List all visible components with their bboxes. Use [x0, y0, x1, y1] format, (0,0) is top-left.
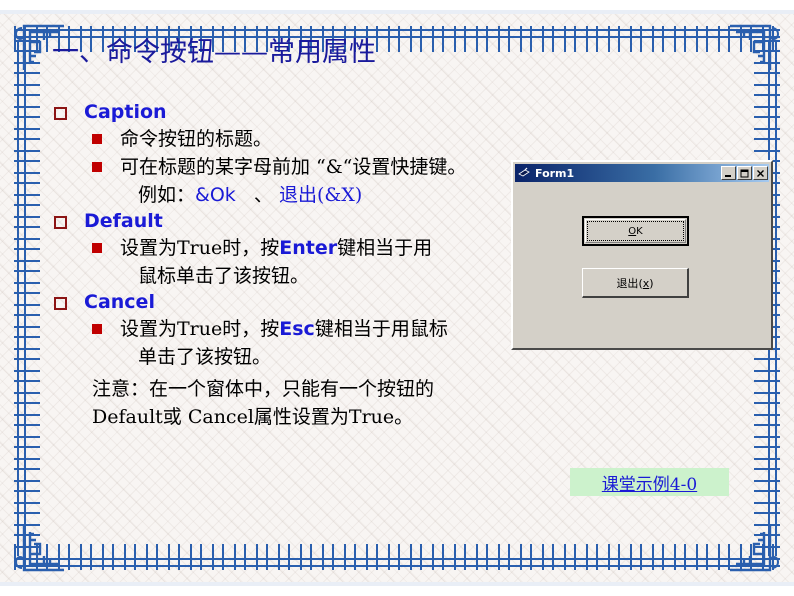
- bullet-text: 设置为True时，按Enter键相当于用: [120, 234, 432, 262]
- exit-accel-char: x: [642, 276, 650, 290]
- filled-square-bullet-icon: [92, 243, 102, 253]
- caption-example-line: 例如：&Ok 、 退出(&X): [138, 184, 363, 206]
- vb-form-client-area: OK 退出(x): [515, 184, 769, 346]
- hollow-square-bullet-icon: [54, 216, 67, 229]
- ok-button-label: OK: [628, 226, 642, 237]
- vb-form-window[interactable]: Form1 OK 退出(x): [511, 160, 773, 350]
- classroom-example-box[interactable]: 课堂示例4-0: [570, 468, 729, 496]
- section-heading-caption: Caption: [54, 100, 534, 124]
- vb-form-titlebar[interactable]: Form1: [515, 164, 769, 182]
- bottom-white-band: [0, 586, 794, 596]
- slide-title: 一、命令按钮——常用属性: [52, 37, 376, 68]
- bullet-text: 设置为True时，按Esc键相当于用鼠标: [120, 315, 448, 343]
- cancel-key: Esc: [279, 318, 315, 340]
- slide-body: Caption 命令按钮的标题。 可在标题的某字母前加 “&“设置快捷键。 例如…: [54, 100, 534, 431]
- section-heading-cancel: Cancel: [54, 290, 534, 314]
- example-prefix: 例如：: [138, 184, 196, 206]
- default-post: 键相当于用: [337, 237, 433, 259]
- exit-button-label: 退出(x): [616, 276, 654, 290]
- example-exit: 退出(&X): [278, 184, 363, 206]
- top-accent-band: [0, 10, 794, 14]
- minimize-icon[interactable]: [721, 166, 736, 180]
- ok-button-face: OK: [585, 219, 686, 243]
- ok-button[interactable]: OK: [582, 216, 689, 246]
- bullet-default-1: 设置为True时，按Enter键相当于用: [92, 234, 534, 262]
- filled-square-bullet-icon: [92, 134, 102, 144]
- filled-square-bullet-icon: [92, 162, 102, 172]
- hollow-square-bullet-icon: [54, 297, 67, 310]
- hollow-square-bullet-icon: [54, 107, 67, 120]
- frame-corner-ornament-icon: [14, 524, 66, 576]
- frame-left-border: [14, 40, 40, 556]
- bullet-text: 命令按钮的标题。: [120, 128, 273, 150]
- cancel-pre: 设置为True时，按: [120, 318, 280, 340]
- bullet-caption-2: 可在标题的某字母前加 “&“设置快捷键。: [92, 153, 534, 181]
- bullet-text: 可在标题的某字母前加 “&“设置快捷键。: [120, 156, 467, 178]
- cancel-continuation: 单击了该按钮。: [138, 346, 272, 368]
- frame-bottom-border: [14, 544, 780, 570]
- exit-button[interactable]: 退出(x): [582, 268, 689, 298]
- ok-rest-chars: K: [636, 225, 643, 237]
- exit-text: 退出: [616, 276, 639, 290]
- example-ok: &Ok: [195, 184, 236, 206]
- frame-corner-ornament-icon: [728, 524, 780, 576]
- close-icon[interactable]: [753, 166, 768, 180]
- default-key: Enter: [279, 237, 338, 259]
- top-white-band: [0, 0, 794, 10]
- default-pre: 设置为True时，按: [120, 237, 280, 259]
- bullet-cancel-1: 设置为True时，按Esc键相当于用鼠标: [92, 315, 534, 343]
- frame-corner-ornament-icon: [728, 20, 780, 72]
- note-line-2: Default或 Cancel属性设置为True。: [92, 406, 414, 428]
- bullet-caption-1: 命令按钮的标题。: [92, 125, 534, 153]
- slide-canvas: 一、命令按钮——常用属性 Caption 命令按钮的标题。 可在标题的某字母前加…: [0, 0, 794, 596]
- default-continuation: 鼠标单击了该按钮。: [138, 265, 310, 287]
- note-block: 注意：在一个窗体中，只能有一个按钮的 Default或 Cancel属性设置为T…: [92, 375, 534, 431]
- heading-label: Default: [84, 210, 163, 232]
- vb-form-title-text: Form1: [535, 167, 575, 179]
- cancel-post: 键相当于用鼠标: [314, 318, 448, 340]
- maximize-icon[interactable]: [737, 166, 752, 180]
- heading-label: Caption: [84, 101, 167, 123]
- filled-square-bullet-icon: [92, 324, 102, 334]
- section-heading-default: Default: [54, 209, 534, 233]
- classroom-example-label: 课堂示例4-0: [601, 474, 698, 495]
- note-line-1: 注意：在一个窗体中，只能有一个按钮的: [92, 378, 435, 400]
- ok-accel-char: O: [628, 225, 637, 237]
- heading-label: Cancel: [84, 291, 155, 313]
- vb-form-icon: [518, 167, 530, 177]
